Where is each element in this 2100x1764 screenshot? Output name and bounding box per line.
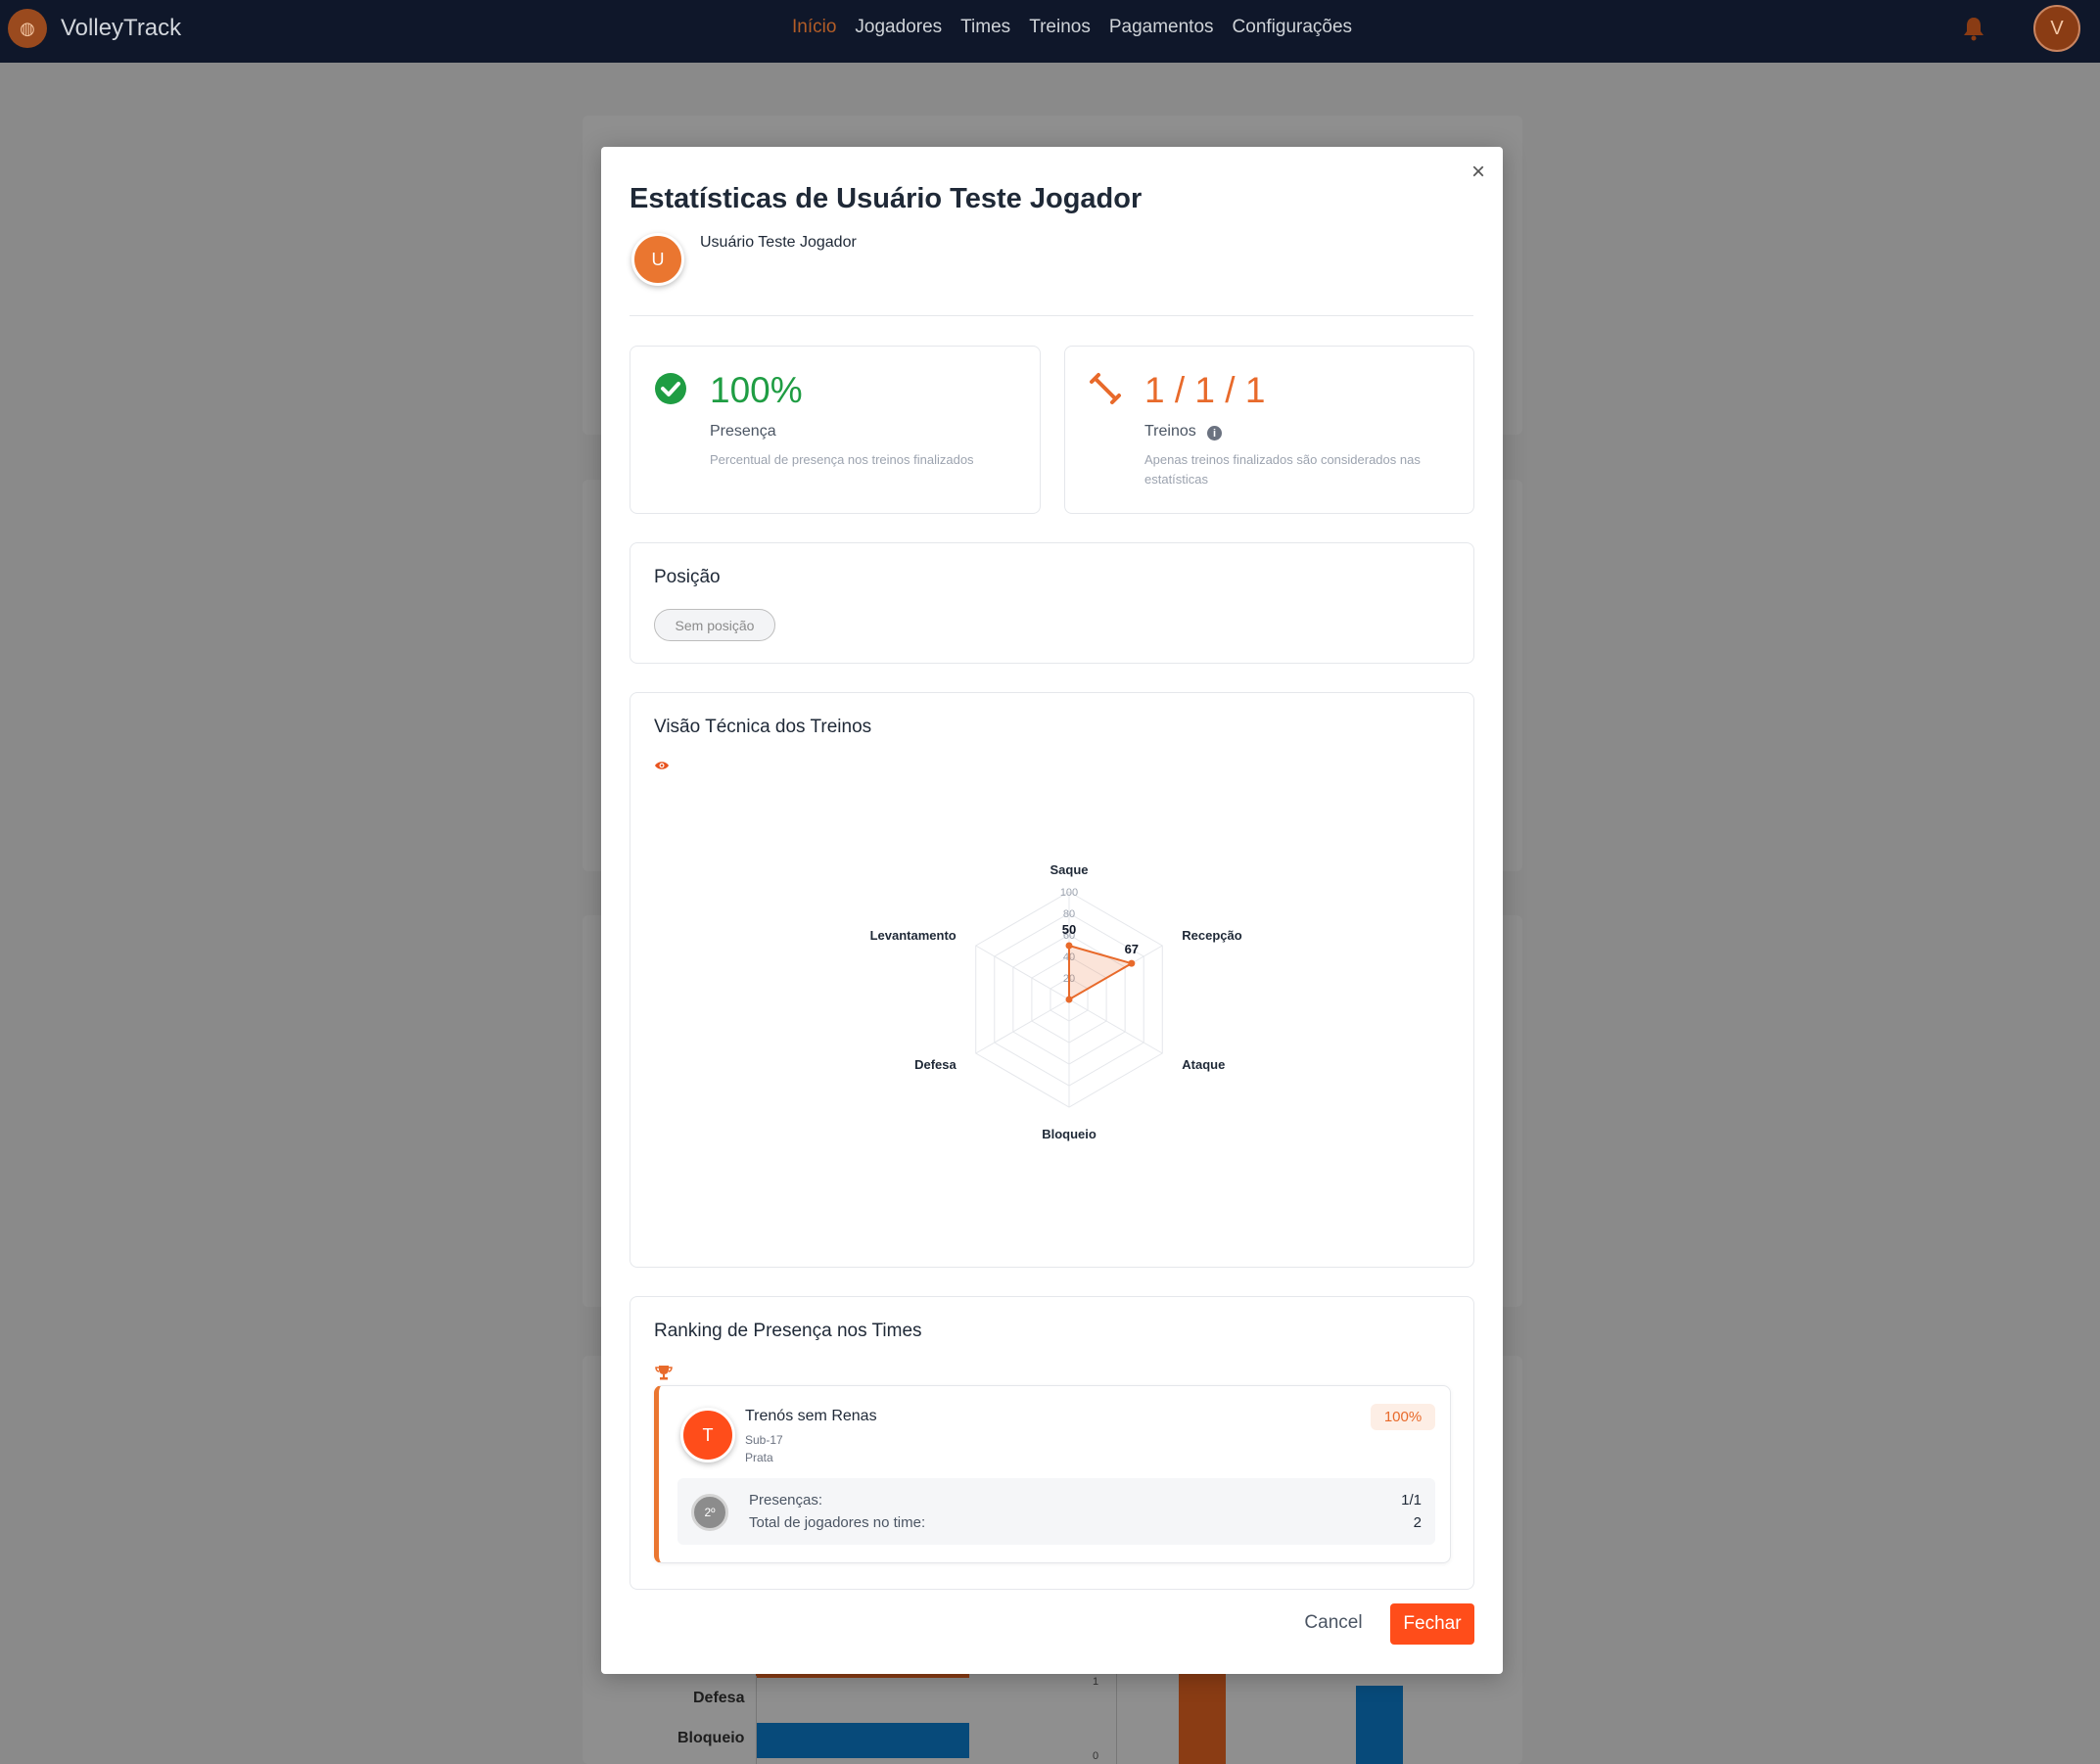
user-avatar-menu[interactable]: V xyxy=(2033,5,2080,52)
trainings-value: 1 / 1 / 1 xyxy=(1144,370,1266,410)
radar-spoke xyxy=(1068,998,1163,1054)
trainings-label: Treinos xyxy=(1144,423,1196,440)
close-icon[interactable]: × xyxy=(1468,161,1489,184)
background-bar xyxy=(1356,1686,1403,1764)
trainings-card: 1 / 1 / 1 Treinos i Apenas treinos final… xyxy=(1064,346,1474,514)
background-tick: 1 xyxy=(1093,1676,1099,1688)
nav-item-pagamentos[interactable]: Pagamentos xyxy=(1109,17,1214,38)
presence-description: Percentual de presença nos treinos final… xyxy=(710,452,974,467)
dumbbell-icon xyxy=(1090,373,1121,404)
total-row-value: 2 xyxy=(1413,1514,1422,1531)
position-card: Posição Sem posição xyxy=(630,542,1474,664)
trainings-description-cont: estatísticas xyxy=(1144,472,1209,487)
background-axis xyxy=(1116,1674,1117,1764)
user-stats-modal: × Estatísticas de Usuário Teste Jogador … xyxy=(601,147,1503,1674)
bell-icon[interactable] xyxy=(1963,16,1984,41)
user-avatar: U xyxy=(631,233,684,286)
radar-value-label: 50 xyxy=(1062,922,1076,937)
presence-card: 100% Presença Percentual de presença nos… xyxy=(630,346,1041,514)
position-badge: Sem posição xyxy=(654,609,775,641)
info-icon[interactable]: i xyxy=(1207,426,1222,441)
radar-data-point xyxy=(1065,942,1073,950)
radar-category-label: Recepção xyxy=(1182,928,1241,943)
main-nav: Início Jogadores Times Treinos Pagamento… xyxy=(792,17,1352,38)
presence-row-value: 1/1 xyxy=(1401,1492,1422,1509)
ranking-title: Ranking de Presença nos Times xyxy=(654,1321,922,1341)
team-stats: 2º Presenças: 1/1 Total de jogadores no … xyxy=(677,1478,1435,1545)
radar-tick-label: 80 xyxy=(1063,908,1075,920)
trainings-description: Apenas treinos finalizados são considera… xyxy=(1144,452,1421,467)
brand[interactable]: ◍ VolleyTrack xyxy=(8,9,181,48)
background-bar-label: Bloqueio xyxy=(677,1730,745,1746)
nav-item-times[interactable]: Times xyxy=(960,17,1010,38)
nav-item-inicio[interactable]: Início xyxy=(792,17,836,38)
background-tick: 0 xyxy=(1093,1750,1099,1762)
radar-category-label: Bloqueio xyxy=(1042,1127,1097,1141)
trophy-icon xyxy=(655,1366,673,1380)
team-avatar: T xyxy=(680,1408,735,1462)
background-bar xyxy=(756,1723,969,1758)
presence-label: Presença xyxy=(710,423,776,440)
user-name: Usuário Teste Jogador xyxy=(700,234,857,251)
radar-category-label: Levantamento xyxy=(870,928,957,943)
radar-value-label: 67 xyxy=(1125,942,1139,956)
ranking-card: Ranking de Presença nos Times T Trenós s… xyxy=(630,1296,1474,1590)
background-axis xyxy=(756,1676,757,1764)
radar-data-area xyxy=(1068,944,1135,1001)
radar-chart: 204060801005067SaqueRecepçãoAtaqueBloque… xyxy=(870,862,1242,1141)
team-presence-badge: 100% xyxy=(1371,1404,1435,1430)
background-bar xyxy=(756,1674,969,1678)
nav-item-jogadores[interactable]: Jogadores xyxy=(855,17,942,38)
check-circle-icon xyxy=(655,373,686,404)
close-button[interactable]: Fechar xyxy=(1390,1603,1474,1645)
radar-spoke xyxy=(975,998,1070,1054)
background-bar xyxy=(1179,1674,1226,1764)
nav-item-treinos[interactable]: Treinos xyxy=(1029,17,1091,38)
app-name: VolleyTrack xyxy=(61,15,182,41)
volleyball-logo-icon: ◍ xyxy=(8,9,47,48)
presence-value: 100% xyxy=(710,370,803,410)
position-title: Posição xyxy=(654,567,721,587)
background-bar-label: Defesa xyxy=(693,1690,745,1706)
radar-data-point xyxy=(1128,959,1136,967)
divider xyxy=(630,315,1473,316)
team-ranking-item[interactable]: T Trenós sem Renas Sub-17 Prata 100% 2º … xyxy=(654,1385,1451,1563)
nav-item-configuracoes[interactable]: Configurações xyxy=(1233,17,1353,38)
radar-tick-label: 100 xyxy=(1060,887,1078,899)
top-navbar: ◍ VolleyTrack Início Jogadores Times Tre… xyxy=(0,0,2100,63)
total-row-label: Total de jogadores no time: xyxy=(749,1514,926,1531)
modal-title: Estatísticas de Usuário Teste Jogador xyxy=(630,183,1143,214)
radar-category-label: Saque xyxy=(1050,862,1088,877)
technical-card: Visão Técnica dos Treinos 20406080100506… xyxy=(630,692,1474,1268)
radar-category-label: Defesa xyxy=(914,1057,957,1072)
radar-spoke xyxy=(975,945,1070,1000)
radar-data-point xyxy=(1065,996,1073,1003)
rank-badge: 2º xyxy=(691,1494,728,1531)
presence-row-label: Presenças: xyxy=(749,1492,823,1509)
team-level: Prata xyxy=(745,1451,773,1464)
radar-category-label: Ataque xyxy=(1182,1057,1225,1072)
cancel-button[interactable]: Cancel xyxy=(1299,1603,1368,1643)
team-category: Sub-17 xyxy=(745,1433,783,1447)
team-name: Trenós sem Renas xyxy=(745,1408,877,1424)
